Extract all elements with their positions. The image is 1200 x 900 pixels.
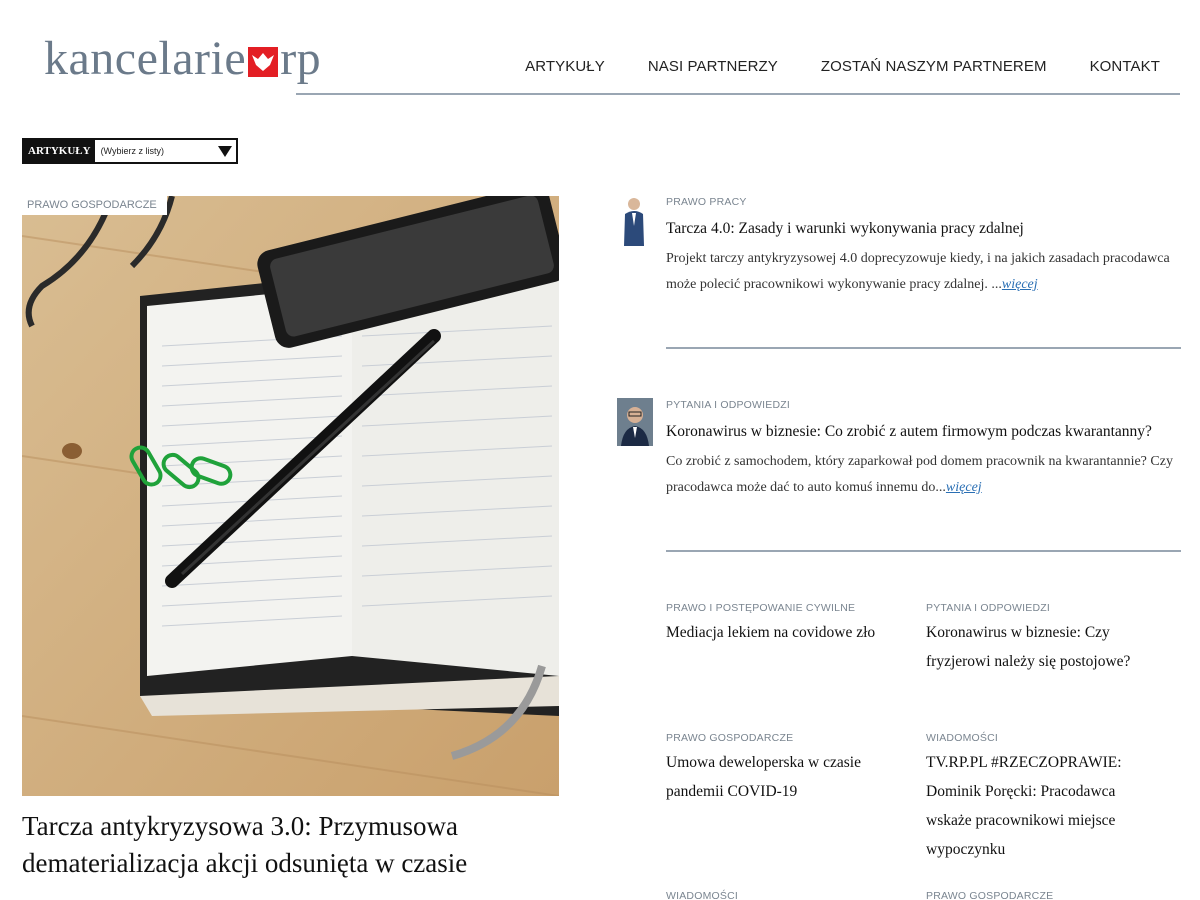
site-logo[interactable]: kancelarie rp [44, 28, 321, 88]
article-category[interactable]: PRAWO GOSPODARCZE [926, 890, 1166, 900]
select-value: (Wybierz z listy) [100, 146, 164, 156]
featured-title[interactable]: Tarcza antykryzysowa 3.0: Przymusowa dem… [22, 808, 562, 882]
article-title[interactable]: TV.RP.PL #RZECZOPRAWIE: Dominik Poręcki:… [926, 748, 1162, 864]
article-card: PYTANIA I ODPOWIEDZI Koronawirus w bizne… [666, 399, 1180, 501]
eagle-logo-icon [248, 47, 279, 77]
grid-article: PRAWO I POSTĘPOWANIE CYWILNE Mediacja le… [666, 602, 906, 647]
main-nav: ARTYKUŁY NASI PARTNERZY ZOSTAŃ NASZYM PA… [525, 58, 1160, 75]
articles-select[interactable]: ARTYKUŁY (Wybierz z listy) [22, 138, 238, 164]
author-photo[interactable] [617, 398, 653, 446]
article-category[interactable]: WIADOMOŚCI [926, 732, 1162, 744]
nav-become-partner[interactable]: ZOSTAŃ NASZYM PARTNEREM [821, 58, 1047, 75]
article-title[interactable]: Koronawirus w biznesie: Co zrobić z aute… [666, 417, 1180, 446]
article-excerpt: Projekt tarczy antykryzysowej 4.0 doprec… [666, 246, 1180, 298]
nav-partners[interactable]: NASI PARTNERZY [648, 58, 778, 75]
logo-text-right: rp [280, 31, 322, 85]
select-label: ARTYKUŁY [24, 140, 95, 162]
read-more-link[interactable]: więcej [1002, 277, 1038, 292]
article-divider [666, 347, 1181, 349]
article-title[interactable]: Umowa deweloperska w czasie pandemii COV… [666, 748, 886, 806]
author-photo[interactable] [622, 196, 646, 246]
grid-article: WIADOMOŚCI [666, 890, 906, 900]
featured-image[interactable] [22, 196, 559, 796]
featured-category[interactable]: PRAWO GOSPODARCZE [22, 196, 167, 215]
article-category[interactable]: PRAWO GOSPODARCZE [666, 732, 886, 744]
article-title[interactable]: Tarcza 4.0: Zasady i warunki wykonywania… [666, 214, 1180, 243]
article-category[interactable]: WIADOMOŚCI [666, 890, 906, 900]
grid-article: PRAWO GOSPODARCZE [926, 890, 1166, 900]
article-category[interactable]: PYTANIA I ODPOWIEDZI [926, 602, 1156, 614]
article-card: PRAWO PRACY Tarcza 4.0: Zasady i warunki… [666, 196, 1180, 298]
grid-article: PRAWO GOSPODARCZE Umowa deweloperska w c… [666, 732, 886, 806]
nav-contact[interactable]: KONTAKT [1090, 58, 1160, 75]
logo-text-left: kancelarie [44, 31, 247, 85]
excerpt-text: Projekt tarczy antykryzysowej 4.0 doprec… [666, 251, 1170, 292]
article-divider [666, 550, 1181, 552]
excerpt-text: Co zrobić z samochodem, który zaparkował… [666, 454, 1173, 495]
article-title[interactable]: Mediacja lekiem na covidowe zło [666, 618, 906, 647]
grid-article: WIADOMOŚCI TV.RP.PL #RZECZOPRAWIE: Domin… [926, 732, 1162, 864]
article-category[interactable]: PRAWO PRACY [666, 196, 1180, 208]
article-excerpt: Co zrobić z samochodem, który zaparkował… [666, 449, 1180, 501]
article-category[interactable]: PYTANIA I ODPOWIEDZI [666, 399, 1180, 411]
article-category[interactable]: PRAWO I POSTĘPOWANIE CYWILNE [666, 602, 906, 614]
nav-divider [296, 93, 1180, 95]
dropdown-arrow-icon[interactable] [214, 140, 236, 162]
grid-article: PYTANIA I ODPOWIEDZI Koronawirus w bizne… [926, 602, 1156, 676]
article-title[interactable]: Koronawirus w biznesie: Czy fryzjerowi n… [926, 618, 1156, 676]
read-more-link[interactable]: więcej [946, 480, 982, 495]
nav-articles[interactable]: ARTYKUŁY [525, 58, 605, 75]
